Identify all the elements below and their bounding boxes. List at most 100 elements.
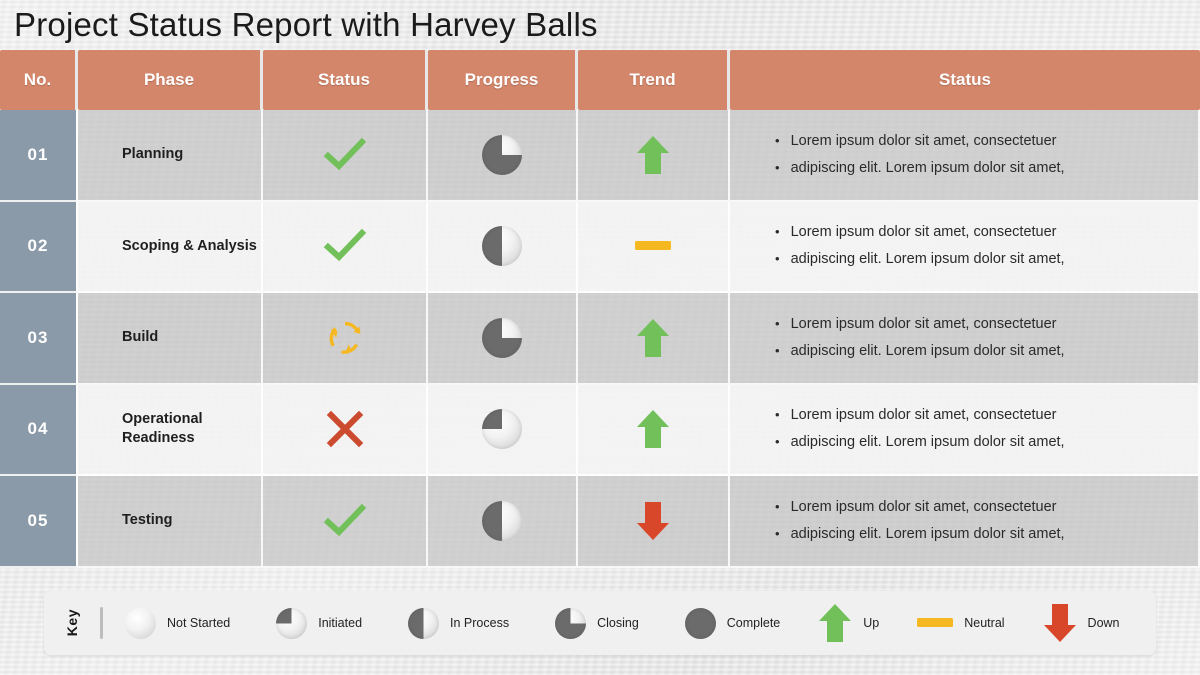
arrow-up-icon	[637, 410, 669, 449]
phase-name: Operational Readiness	[78, 384, 263, 476]
bullet-dot: •	[775, 525, 780, 541]
key-item-label: Not Started	[167, 616, 231, 630]
bullet-dot: •	[775, 342, 780, 358]
key-item[interactable]: In Process	[408, 607, 510, 639]
row-number: 01	[0, 110, 78, 202]
table-row[interactable]: 04 Operational Readiness • Lorem ipsum dolo…	[0, 384, 1200, 476]
table-row[interactable]: 03 Build • Lorem ipsum dolor sit amet, cons…	[0, 293, 1200, 385]
bullet-item: • Lorem ipsum dolor sit amet, consectetue…	[775, 128, 1057, 155]
bullet-text: Lorem ipsum dolor sit amet, consectetuer	[790, 132, 1057, 149]
key-item-label: Closing	[597, 616, 639, 630]
key-divider	[100, 607, 103, 639]
trend-icon-cell[interactable]	[578, 110, 730, 202]
status-detail-cell: • Lorem ipsum dolor sit amet, consectetue…	[730, 293, 1200, 385]
key-item-label: Up	[863, 616, 880, 630]
table-body: 01 Planning • Lorem ipsum dolor sit amet, c…	[0, 110, 1200, 568]
status-icon-cell[interactable]	[263, 293, 428, 385]
key-item-label: Initiated	[318, 616, 363, 630]
neutral-bar-icon	[635, 241, 671, 251]
table-header-row: No. Phase Status Progress Trend Status	[0, 50, 1200, 110]
bullet-dot: •	[775, 132, 780, 148]
bullet-item: • Lorem ipsum dolor sit amet, consectetue…	[775, 402, 1057, 429]
trend-icon-cell[interactable]	[578, 201, 730, 293]
progress-ball-cell[interactable]	[428, 110, 578, 202]
bullet-item: • Lorem ipsum dolor sit amet, consectetue…	[775, 494, 1057, 521]
key-item[interactable]: Neutral	[917, 616, 1005, 630]
trend-icon-cell[interactable]	[578, 476, 730, 568]
cross-icon	[326, 411, 363, 448]
key-item-label: Down	[1087, 616, 1120, 630]
arrow-up-icon	[819, 604, 852, 642]
bullet-text: adipiscing elit. Lorem ipsum dolor sit a…	[790, 434, 1065, 451]
refresh-icon	[329, 321, 360, 354]
status-icon-cell[interactable]	[263, 110, 428, 202]
bullet-text: adipiscing elit. Lorem ipsum dolor sit a…	[790, 159, 1065, 176]
key-item[interactable]: Initiated	[276, 607, 363, 639]
bullet-text: adipiscing elit. Lorem ipsum dolor sit a…	[790, 342, 1065, 359]
harvey-ball-25	[482, 409, 522, 450]
arrow-up-icon	[637, 318, 669, 357]
bullet-dot: •	[775, 407, 780, 423]
status-detail-cell: • Lorem ipsum dolor sit amet, consectetue…	[730, 201, 1200, 293]
bullet-item: • adipiscing elit. Lorem ipsum dolor sit …	[775, 521, 1065, 548]
key-item-label: Complete	[726, 616, 781, 630]
bullet-item: • Lorem ipsum dolor sit amet, consectetue…	[775, 311, 1057, 338]
column-header-trend[interactable]: Trend	[578, 50, 730, 110]
bullet-text: adipiscing elit. Lorem ipsum dolor sit a…	[790, 251, 1065, 268]
table-row[interactable]: 02 Scoping & Analysis • Lorem ipsum dolor s…	[0, 201, 1200, 293]
trend-icon-cell[interactable]	[578, 384, 730, 476]
column-header-status-detail[interactable]: Status	[730, 50, 1200, 110]
bullet-dot: •	[775, 251, 780, 267]
bullet-dot: •	[775, 315, 780, 331]
key-item[interactable]: Closing	[555, 607, 639, 639]
key-label: Key	[64, 609, 80, 637]
progress-ball-cell[interactable]	[428, 384, 578, 476]
column-header-phase[interactable]: Phase	[78, 50, 263, 110]
bullet-dot: •	[775, 498, 780, 514]
neutral-bar-icon	[917, 618, 954, 627]
status-detail-cell: • Lorem ipsum dolor sit amet, consectetue…	[730, 476, 1200, 568]
harvey-ball-75	[555, 607, 587, 639]
progress-ball-cell[interactable]	[428, 476, 578, 568]
key-items: Not Started Initiated In Process Closing Com…	[125, 602, 1120, 644]
progress-ball-cell[interactable]	[428, 293, 578, 385]
bullet-dot: •	[775, 434, 780, 450]
harvey-ball-50	[482, 500, 522, 541]
bullet-item: • adipiscing elit. Lorem ipsum dolor sit …	[775, 338, 1065, 365]
key-item-label: In Process	[450, 616, 510, 630]
status-icon-cell[interactable]	[263, 384, 428, 476]
trend-icon-cell[interactable]	[578, 293, 730, 385]
bullet-text: adipiscing elit. Lorem ipsum dolor sit a…	[790, 525, 1065, 542]
bullet-item: • adipiscing elit. Lorem ipsum dolor sit …	[775, 155, 1065, 182]
status-icon-cell[interactable]	[263, 476, 428, 568]
check-icon	[323, 137, 366, 170]
key-item[interactable]: Up	[818, 602, 879, 644]
key-legend: Key Not Started Initiated In Process Closin…	[44, 591, 1156, 655]
column-header-progress[interactable]: Progress	[428, 50, 578, 110]
table-row[interactable]: 01 Planning • Lorem ipsum dolor sit amet, c…	[0, 110, 1200, 202]
arrow-down-icon	[1043, 604, 1076, 642]
key-item[interactable]: Complete	[684, 607, 781, 639]
row-number: 03	[0, 293, 78, 385]
harvey-ball-25	[276, 607, 308, 639]
progress-ball-cell[interactable]	[428, 201, 578, 293]
arrow-up-icon	[637, 135, 669, 174]
status-icon-cell[interactable]	[263, 201, 428, 293]
bullet-item: • adipiscing elit. Lorem ipsum dolor sit …	[775, 429, 1065, 456]
harvey-ball-50	[482, 226, 522, 267]
bullet-text: Lorem ipsum dolor sit amet, consectetuer	[790, 315, 1057, 332]
row-number: 05	[0, 476, 78, 568]
column-header-no[interactable]: No.	[0, 50, 78, 110]
bullet-item: • Lorem ipsum dolor sit amet, consectetue…	[775, 219, 1057, 246]
bullet-dot: •	[775, 224, 780, 240]
column-header-status[interactable]: Status	[263, 50, 428, 110]
bullet-text: Lorem ipsum dolor sit amet, consectetuer	[790, 498, 1057, 515]
harvey-ball-75	[482, 317, 522, 358]
key-item[interactable]: Not Started	[125, 607, 231, 639]
key-item[interactable]: Down	[1043, 602, 1120, 644]
status-table: No. Phase Status Progress Trend Status 0…	[0, 50, 1200, 568]
table-row[interactable]: 05 Testing • Lorem ipsum dolor sit amet, co…	[0, 476, 1200, 568]
harvey-ball-0	[125, 607, 156, 639]
status-detail-cell: • Lorem ipsum dolor sit amet, consectetue…	[730, 384, 1200, 476]
bullet-text: Lorem ipsum dolor sit amet, consectetuer	[790, 224, 1057, 241]
